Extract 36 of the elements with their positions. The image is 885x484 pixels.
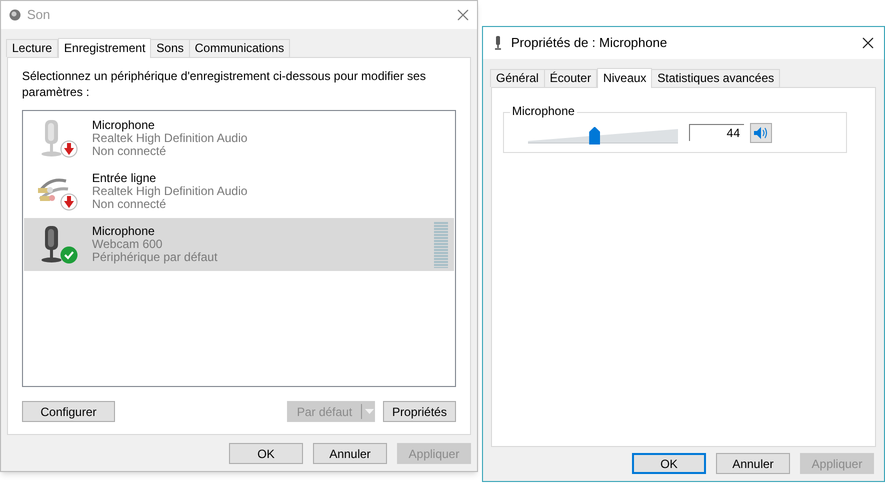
tab[interactable]: Statistiques avancées [651, 69, 780, 87]
device-status: Non connecté [92, 198, 168, 211]
mute-button[interactable] [750, 122, 772, 142]
tab[interactable]: Lecture [6, 39, 58, 57]
tab[interactable]: Communications [188, 39, 290, 57]
tab[interactable]: Enregistrement [58, 38, 152, 58]
slider-thumb[interactable] [589, 126, 600, 144]
level-value-field[interactable]: 44 [689, 124, 744, 141]
dialog-button[interactable]: Annuler [313, 443, 387, 464]
tab[interactable]: Général [490, 69, 545, 87]
device-status: Périphérique par défaut [92, 251, 218, 264]
instruction-text: Sélectionnez un périphérique d'enregistrement ci-dessous pour modifier ses paramètres : [22, 68, 427, 100]
tab[interactable]: Écouter [544, 69, 598, 87]
level-meter [434, 222, 448, 268]
device-driver: Realtek High Definition Audio [92, 132, 248, 145]
microphone-icon [493, 36, 503, 50]
device-driver: Realtek High Definition Audio [92, 185, 248, 198]
dialog-button[interactable]: OK [632, 453, 706, 474]
device-name: Microphone [92, 119, 156, 132]
dialog-button[interactable]: Annuler [716, 453, 790, 474]
tab[interactable]: Niveaux [597, 68, 652, 88]
close-icon[interactable] [862, 37, 874, 49]
window-title: Propriétés de : Microphone [511, 34, 668, 52]
dialog-button[interactable]: OK [229, 443, 303, 464]
device-name: Microphone [92, 225, 156, 238]
device-driver: Webcam 600 [92, 238, 164, 251]
caret-icon [365, 409, 374, 414]
device-row[interactable]: Microphone Realtek High Definition Audio Non connecté [24, 112, 454, 165]
device-row[interactable]: Entrée ligne Realtek High Definition Audio Non connecté [24, 165, 454, 218]
window-title: Son [27, 6, 50, 24]
dialog-button[interactable]: Propriétés [383, 401, 456, 422]
dialog-button[interactable]: Configurer [22, 401, 115, 422]
device-row[interactable]: Microphone Webcam 600 Périphérique par défaut [24, 218, 454, 271]
device-status: Non connecté [92, 145, 168, 158]
device-name: Entrée ligne [92, 172, 158, 185]
group-label: Microphone [510, 104, 577, 118]
